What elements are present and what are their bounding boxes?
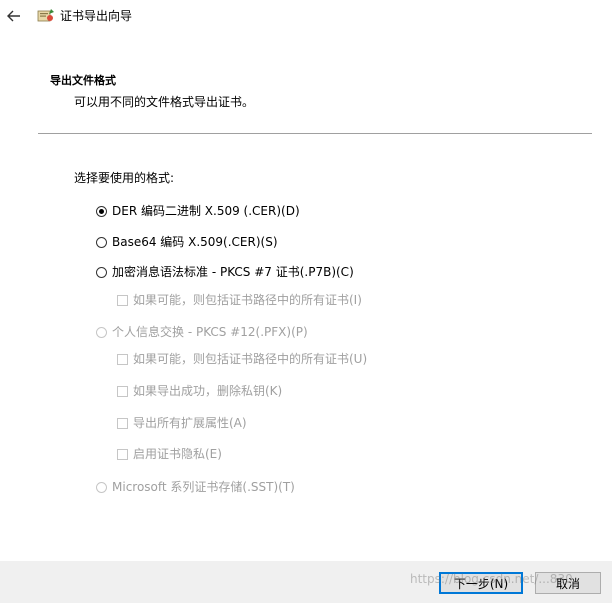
radio-der-label: DER 编码二进制 X.509 (.CER)(D) <box>112 204 300 218</box>
checkbox-enable-certificate-privacy[interactable] <box>117 448 128 460</box>
wizard-footer: 下一步(N) 取消 <box>0 561 612 603</box>
radio-der-option[interactable]: DER 编码二进制 X.509 (.CER)(D) <box>96 203 300 219</box>
radio-sst-option[interactable]: Microsoft 系列证书存储(.SST)(T) <box>96 479 295 495</box>
checkbox-export-extended-properties[interactable] <box>117 417 128 429</box>
checkbox-export-extended-properties-option[interactable]: 导出所有扩展属性(A) <box>117 415 247 431</box>
format-prompt: 选择要使用的格式: <box>74 171 175 185</box>
next-button[interactable]: 下一步(N) <box>439 572 523 594</box>
radio-base64[interactable] <box>96 236 107 248</box>
certificate-wizard-icon <box>36 6 56 26</box>
radio-pkcs7-option[interactable]: 加密消息语法标准 - PKCS #7 证书(.P7B)(C) <box>96 264 354 280</box>
section-title: 导出文件格式 <box>50 74 116 87</box>
radio-pkcs7-label: 加密消息语法标准 - PKCS #7 证书(.P7B)(C) <box>112 265 354 279</box>
section-description: 可以用不同的文件格式导出证书。 <box>74 95 255 109</box>
back-arrow-icon <box>7 10 20 22</box>
back-button[interactable] <box>4 6 24 26</box>
radio-base64-option[interactable]: Base64 编码 X.509(.CER)(S) <box>96 234 278 250</box>
checkbox-pkcs12-include-path-label: 如果可能，则包括证书路径中的所有证书(U) <box>133 352 368 366</box>
title-bar: 证书导出向导 <box>0 0 612 32</box>
radio-base64-label: Base64 编码 X.509(.CER)(S) <box>112 235 278 249</box>
radio-pkcs7[interactable] <box>96 266 107 278</box>
window-title: 证书导出向导 <box>60 9 133 23</box>
checkbox-delete-private-key[interactable] <box>117 385 128 397</box>
radio-pkcs12-option[interactable]: 个人信息交换 - PKCS #12(.PFX)(P) <box>96 324 308 340</box>
checkbox-pkcs7-include-path[interactable] <box>117 294 128 306</box>
checkbox-export-extended-properties-label: 导出所有扩展属性(A) <box>133 416 247 430</box>
checkbox-enable-certificate-privacy-label: 启用证书隐私(E) <box>133 447 222 461</box>
radio-sst-label: Microsoft 系列证书存储(.SST)(T) <box>112 480 295 494</box>
checkbox-pkcs7-include-path-label: 如果可能，则包括证书路径中的所有证书(I) <box>133 293 362 307</box>
checkbox-pkcs7-include-path-option[interactable]: 如果可能，则包括证书路径中的所有证书(I) <box>117 292 362 308</box>
radio-der[interactable] <box>96 205 107 217</box>
checkbox-enable-certificate-privacy-option[interactable]: 启用证书隐私(E) <box>117 446 222 462</box>
radio-pkcs12-label: 个人信息交换 - PKCS #12(.PFX)(P) <box>112 325 308 339</box>
radio-sst[interactable] <box>96 481 107 493</box>
checkbox-delete-private-key-option[interactable]: 如果导出成功，删除私钥(K) <box>117 383 282 399</box>
checkbox-delete-private-key-label: 如果导出成功，删除私钥(K) <box>133 384 283 398</box>
checkbox-pkcs12-include-path[interactable] <box>117 353 128 365</box>
radio-pkcs12[interactable] <box>96 326 107 338</box>
header-divider <box>38 133 592 134</box>
checkbox-pkcs12-include-path-option[interactable]: 如果可能，则包括证书路径中的所有证书(U) <box>117 351 367 367</box>
cancel-button[interactable]: 取消 <box>535 572 601 594</box>
